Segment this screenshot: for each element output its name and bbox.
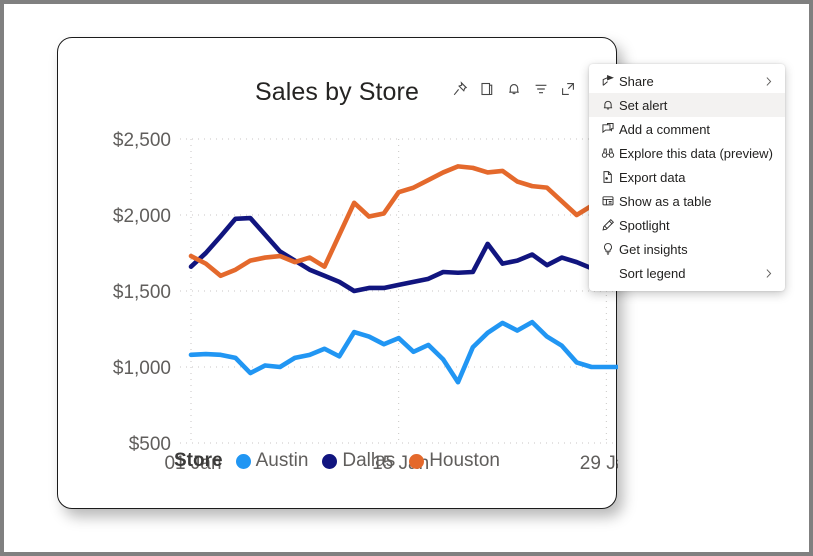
menu-item-label: Spotlight [619, 217, 670, 233]
export-icon [597, 169, 619, 185]
legend-color-swatch [235, 453, 251, 469]
share-icon [597, 73, 619, 89]
legend-item-label: Houston [429, 450, 500, 471]
legend-item-dallas[interactable]: Dallas [322, 450, 395, 472]
page-background: Sales by Store $500 $1,000 $1,500 $2,000… [0, 0, 813, 556]
legend-item-label: Austin [255, 450, 309, 471]
chevron-right-icon [762, 75, 775, 88]
chart-series-lines [188, 164, 618, 385]
chart-gridlines [180, 138, 618, 444]
menu-item-label: Set alert [619, 97, 668, 113]
chart-legend: Store Austin Dallas Houston [58, 450, 616, 472]
menu-item-get-insights[interactable]: Get insights [589, 237, 785, 261]
menu-item-show-as-a-table[interactable]: Show as a table [589, 189, 785, 213]
table-icon [597, 193, 619, 209]
chart-plot-area: $500 $1,000 $1,500 $2,000 $2,500 01 Jan 15 Ja… [58, 38, 618, 508]
context-menu-list: Share Set alert Add a comment Explore this … [589, 69, 785, 285]
bell-icon [597, 97, 619, 113]
legend-color-swatch [322, 453, 338, 469]
menu-item-set-alert[interactable]: Set alert [589, 93, 785, 117]
menu-item-sort-legend[interactable]: Sort legend [589, 261, 785, 285]
menu-item-label: Explore this data (preview) [619, 145, 773, 161]
legend-item-label: Dallas [342, 450, 396, 471]
legend-title: Store [174, 450, 223, 471]
menu-item-label: Show as a table [619, 193, 712, 209]
menu-item-label: Export data [619, 169, 686, 185]
legend-items: Austin Dallas Houston [235, 450, 500, 472]
legend-item-houston[interactable]: Houston [409, 450, 500, 472]
more-options-context-menu: Share Set alert Add a comment Explore this … [589, 64, 785, 291]
spotlight-icon [597, 217, 619, 233]
legend-item-austin[interactable]: Austin [235, 450, 309, 472]
menu-item-explore-this-data-preview[interactable]: Explore this data (preview) [589, 141, 785, 165]
series-line-dallas[interactable] [188, 215, 618, 294]
menu-item-label: Sort legend [619, 265, 686, 281]
menu-item-label: Share [619, 73, 654, 89]
y-axis-tick-label: $2,500 [113, 130, 171, 151]
menu-item-label: Get insights [619, 241, 688, 257]
y-axis-tick-label: $1,500 [113, 282, 171, 303]
comment-icon [597, 121, 619, 137]
y-axis-tick-label: $1,000 [113, 358, 171, 379]
y-axis-tick-label: $2,000 [113, 206, 171, 227]
series-line-austin[interactable] [188, 319, 618, 385]
menu-item-add-a-comment[interactable]: Add a comment [589, 117, 785, 141]
line-chart-svg: $500$1,000$1,500$2,000$2,500 01 Jan 15 Ja… [113, 130, 618, 474]
y-axis-tick-labels: $500$1,000$1,500$2,000$2,500 [113, 130, 171, 455]
chevron-right-icon [762, 267, 775, 280]
visual-card: Sales by Store $500 $1,000 $1,500 $2,000… [57, 37, 618, 509]
menu-item-export-data[interactable]: Export data [589, 165, 785, 189]
legend-color-swatch [409, 453, 425, 469]
menu-item-spotlight[interactable]: Spotlight [589, 213, 785, 237]
menu-item-label: Add a comment [619, 121, 711, 137]
binoculars-icon [597, 145, 619, 161]
lightbulb-icon [597, 241, 619, 257]
menu-item-share[interactable]: Share [589, 69, 785, 93]
